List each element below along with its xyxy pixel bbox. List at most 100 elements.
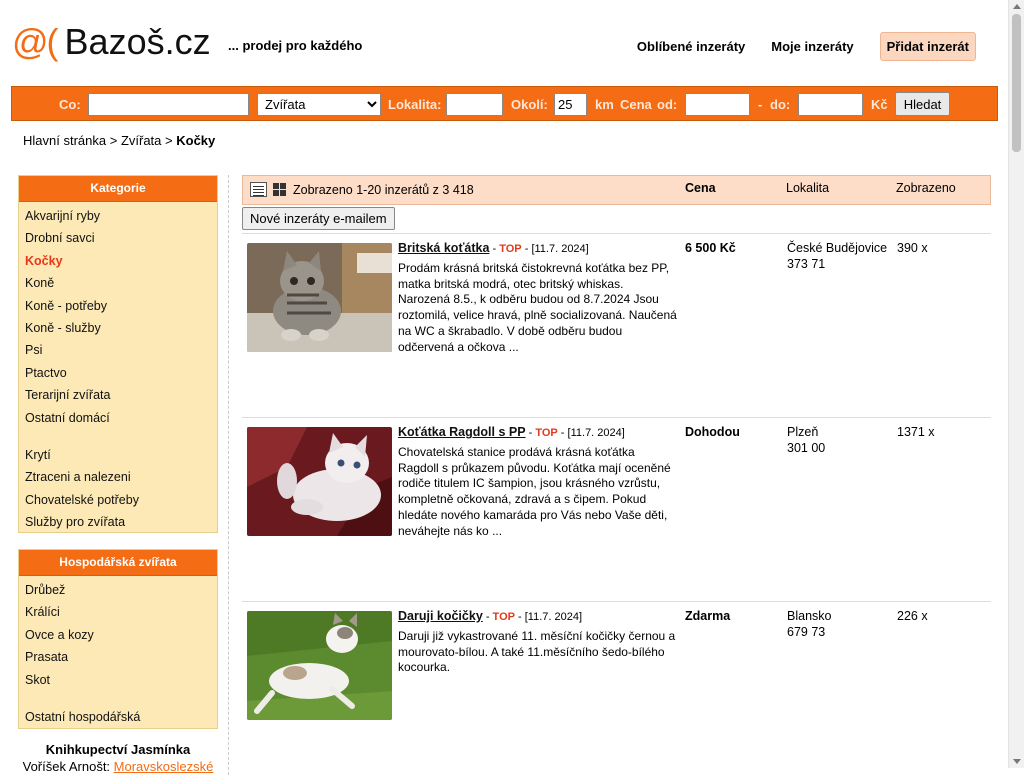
listing-city: Plzeň (787, 425, 819, 439)
search-input[interactable] (88, 93, 249, 116)
listing-item: Koťátka Ragdoll s PP - TOP - [11.7. 2024… (242, 417, 991, 601)
sidebar-item-breeding-supplies[interactable]: Chovatelské potřeby (19, 490, 217, 512)
sidebar-item-rabbits[interactable]: Králíci (19, 602, 217, 624)
search-bar: Co: Zvířata Lokalita: Okolí: km Cena od:… (11, 86, 998, 121)
radius-label: Okolí: (511, 97, 548, 112)
site-header: @( Bazoš.cz ... prodej pro každého Oblíb… (0, 0, 1008, 86)
sidebar-item-label[interactable]: Koně - služby (25, 321, 101, 335)
listing-title-row: Koťátka Ragdoll s PP - TOP - [11.7. 2024… (398, 425, 625, 439)
listing-date: [11.7. 2024] (531, 243, 589, 255)
promo-author: Voříšek Arnošt: (22, 759, 111, 774)
sidebar-item-label[interactable]: Koně (25, 276, 54, 290)
view-toggle (250, 182, 286, 197)
column-views: Zobrazeno (896, 181, 956, 195)
promo-link[interactable]: Moravskoslezské (114, 759, 214, 774)
listing-title[interactable]: Daruji kočičky (398, 609, 483, 623)
sidebar-item-label[interactable]: Skot (25, 673, 50, 687)
search-button[interactable]: Hledat (895, 92, 950, 116)
sidebar-item-other-farm[interactable]: Ostatní hospodářská (19, 707, 217, 729)
sidebar-item-horse-supplies[interactable]: Koně - potřeby (19, 296, 217, 318)
listing-image[interactable] (247, 611, 392, 720)
my-ads-link[interactable]: Moje inzeráty (771, 39, 853, 54)
listing-description: Prodám krásná britská čistokrevná koťátk… (398, 261, 677, 354)
sidebar-item-label[interactable]: Ovce a kozy (25, 628, 94, 642)
sidebar-item-label[interactable]: Drůbež (25, 583, 65, 597)
listing-location: Blansko 679 73 (787, 609, 831, 640)
price-label: Cena (620, 97, 652, 112)
sidebar-item-label[interactable]: Koně - potřeby (25, 299, 107, 313)
sidebar-item-mating[interactable]: Krytí (19, 445, 217, 467)
sidebar-item-label[interactable]: Ztraceni a nalezeni (25, 470, 131, 484)
vertical-scrollbar[interactable] (1008, 0, 1024, 768)
sidebar-item-horses[interactable]: Koně (19, 273, 217, 295)
promo-title: Knihkupectví Jasmínka (45, 742, 191, 757)
listing-title-row: Daruji kočičky - TOP - [11.7. 2024] (398, 609, 583, 623)
category-list: Akvarijní ryby Drobní savci Kočky Koně K… (19, 202, 217, 536)
sidebar-item-small-mammals[interactable]: Drobní savci (19, 228, 217, 250)
sidebar-item-pigs[interactable]: Prasata (19, 647, 217, 669)
breadcrumb-home[interactable]: Hlavní stránka (23, 133, 106, 148)
listing-title[interactable]: Britská koťátka (398, 241, 489, 255)
sidebar-item-label[interactable]: Psi (25, 343, 42, 357)
sidebar-item-horse-services[interactable]: Koně - služby (19, 318, 217, 340)
breadcrumb-current: Kočky (176, 133, 216, 148)
scroll-up-icon[interactable] (1013, 4, 1021, 9)
sidebar-item-label[interactable]: Králíci (25, 605, 60, 619)
scroll-down-icon[interactable] (1013, 759, 1021, 764)
favorites-link[interactable]: Oblíbené inzeráty (637, 39, 745, 54)
listing-location: Plzeň 301 00 (787, 425, 825, 456)
sidebar-item-cats[interactable]: Kočky (19, 251, 217, 273)
category-select[interactable]: Zvířata (257, 93, 381, 116)
sidebar-item-label[interactable]: Krytí (25, 448, 51, 462)
sidebar-item-aquarium-fish[interactable]: Akvarijní ryby (19, 206, 217, 228)
sidebar-item-label[interactable]: Akvarijní ryby (25, 209, 100, 223)
price-to-input[interactable] (798, 93, 863, 116)
sidebar-item-label[interactable]: Prasata (25, 650, 68, 664)
sidebar-item-birds[interactable]: Ptactvo (19, 363, 217, 385)
sidebar-item-label[interactable]: Terarijní zvířata (25, 388, 110, 402)
sidebar-item-cattle[interactable]: Skot (19, 670, 217, 692)
grid-view-icon[interactable] (273, 183, 286, 196)
site-logo[interactable]: @( Bazoš.cz (12, 20, 211, 64)
promo-subtitle: Voříšek Arnošt: Moravskoslezské (18, 759, 218, 774)
column-location: Lokalita (786, 181, 830, 195)
location-input[interactable] (446, 93, 503, 116)
top-badge: TOP (492, 611, 515, 623)
email-alerts-button[interactable]: Nové inzeráty e-mailem (242, 207, 395, 230)
listing-image[interactable] (247, 427, 392, 536)
sidebar-item-label[interactable]: Kočky (25, 254, 63, 268)
sidebar-item-animal-services[interactable]: Služby pro zvířata (19, 512, 217, 534)
category-sidebar: Kategorie Akvarijní ryby Drobní savci Ko… (18, 175, 218, 533)
breadcrumb-section[interactable]: Zvířata (121, 133, 161, 148)
listing-image[interactable] (247, 243, 392, 352)
listing-title[interactable]: Koťátka Ragdoll s PP (398, 425, 526, 439)
sidebar-item-terrarium[interactable]: Terarijní zvířata (19, 385, 217, 407)
sidebar-spacer (19, 692, 217, 707)
radius-input[interactable] (554, 93, 587, 116)
sidebar-item-label[interactable]: Ostatní domácí (25, 411, 110, 425)
sidebar-item-lost-found[interactable]: Ztraceni a nalezeni (19, 467, 217, 489)
sidebar-item-label[interactable]: Chovatelské potřeby (25, 493, 139, 507)
sidebar-item-poultry[interactable]: Drůbež (19, 580, 217, 602)
results-count: Zobrazeno 1-20 inzerátů z 3 418 (293, 183, 474, 197)
listing-header: Zobrazeno 1-20 inzerátů z 3 418 Cena Lok… (242, 175, 991, 205)
listing-views: 390 x (897, 241, 928, 255)
sidebar-item-sheep-goats[interactable]: Ovce a kozy (19, 625, 217, 647)
scrollbar-thumb[interactable] (1012, 14, 1021, 152)
listing-date: [11.7. 2024] (567, 427, 625, 439)
listing-views: 1371 x (897, 425, 935, 439)
currency-label: Kč (871, 97, 888, 112)
price-from-input[interactable] (685, 93, 750, 116)
listing-city: České Budějovice (787, 241, 888, 255)
listing-price: 6 500 Kč (685, 241, 736, 255)
sidebar-item-label[interactable]: Ptactvo (25, 366, 67, 380)
sidebar-item-label[interactable]: Služby pro zvířata (25, 515, 125, 529)
add-ad-button[interactable]: Přidat inzerát (879, 32, 976, 61)
listing-title-row: Britská koťátka - TOP - [11.7. 2024] (398, 241, 589, 255)
sidebar-item-label[interactable]: Ostatní hospodářská (25, 710, 140, 724)
breadcrumb-separator: > (109, 133, 118, 148)
list-view-icon[interactable] (250, 182, 267, 197)
sidebar-item-label[interactable]: Drobní savci (25, 231, 94, 245)
sidebar-item-other-domestic[interactable]: Ostatní domácí (19, 408, 217, 430)
sidebar-item-dogs[interactable]: Psi (19, 340, 217, 362)
